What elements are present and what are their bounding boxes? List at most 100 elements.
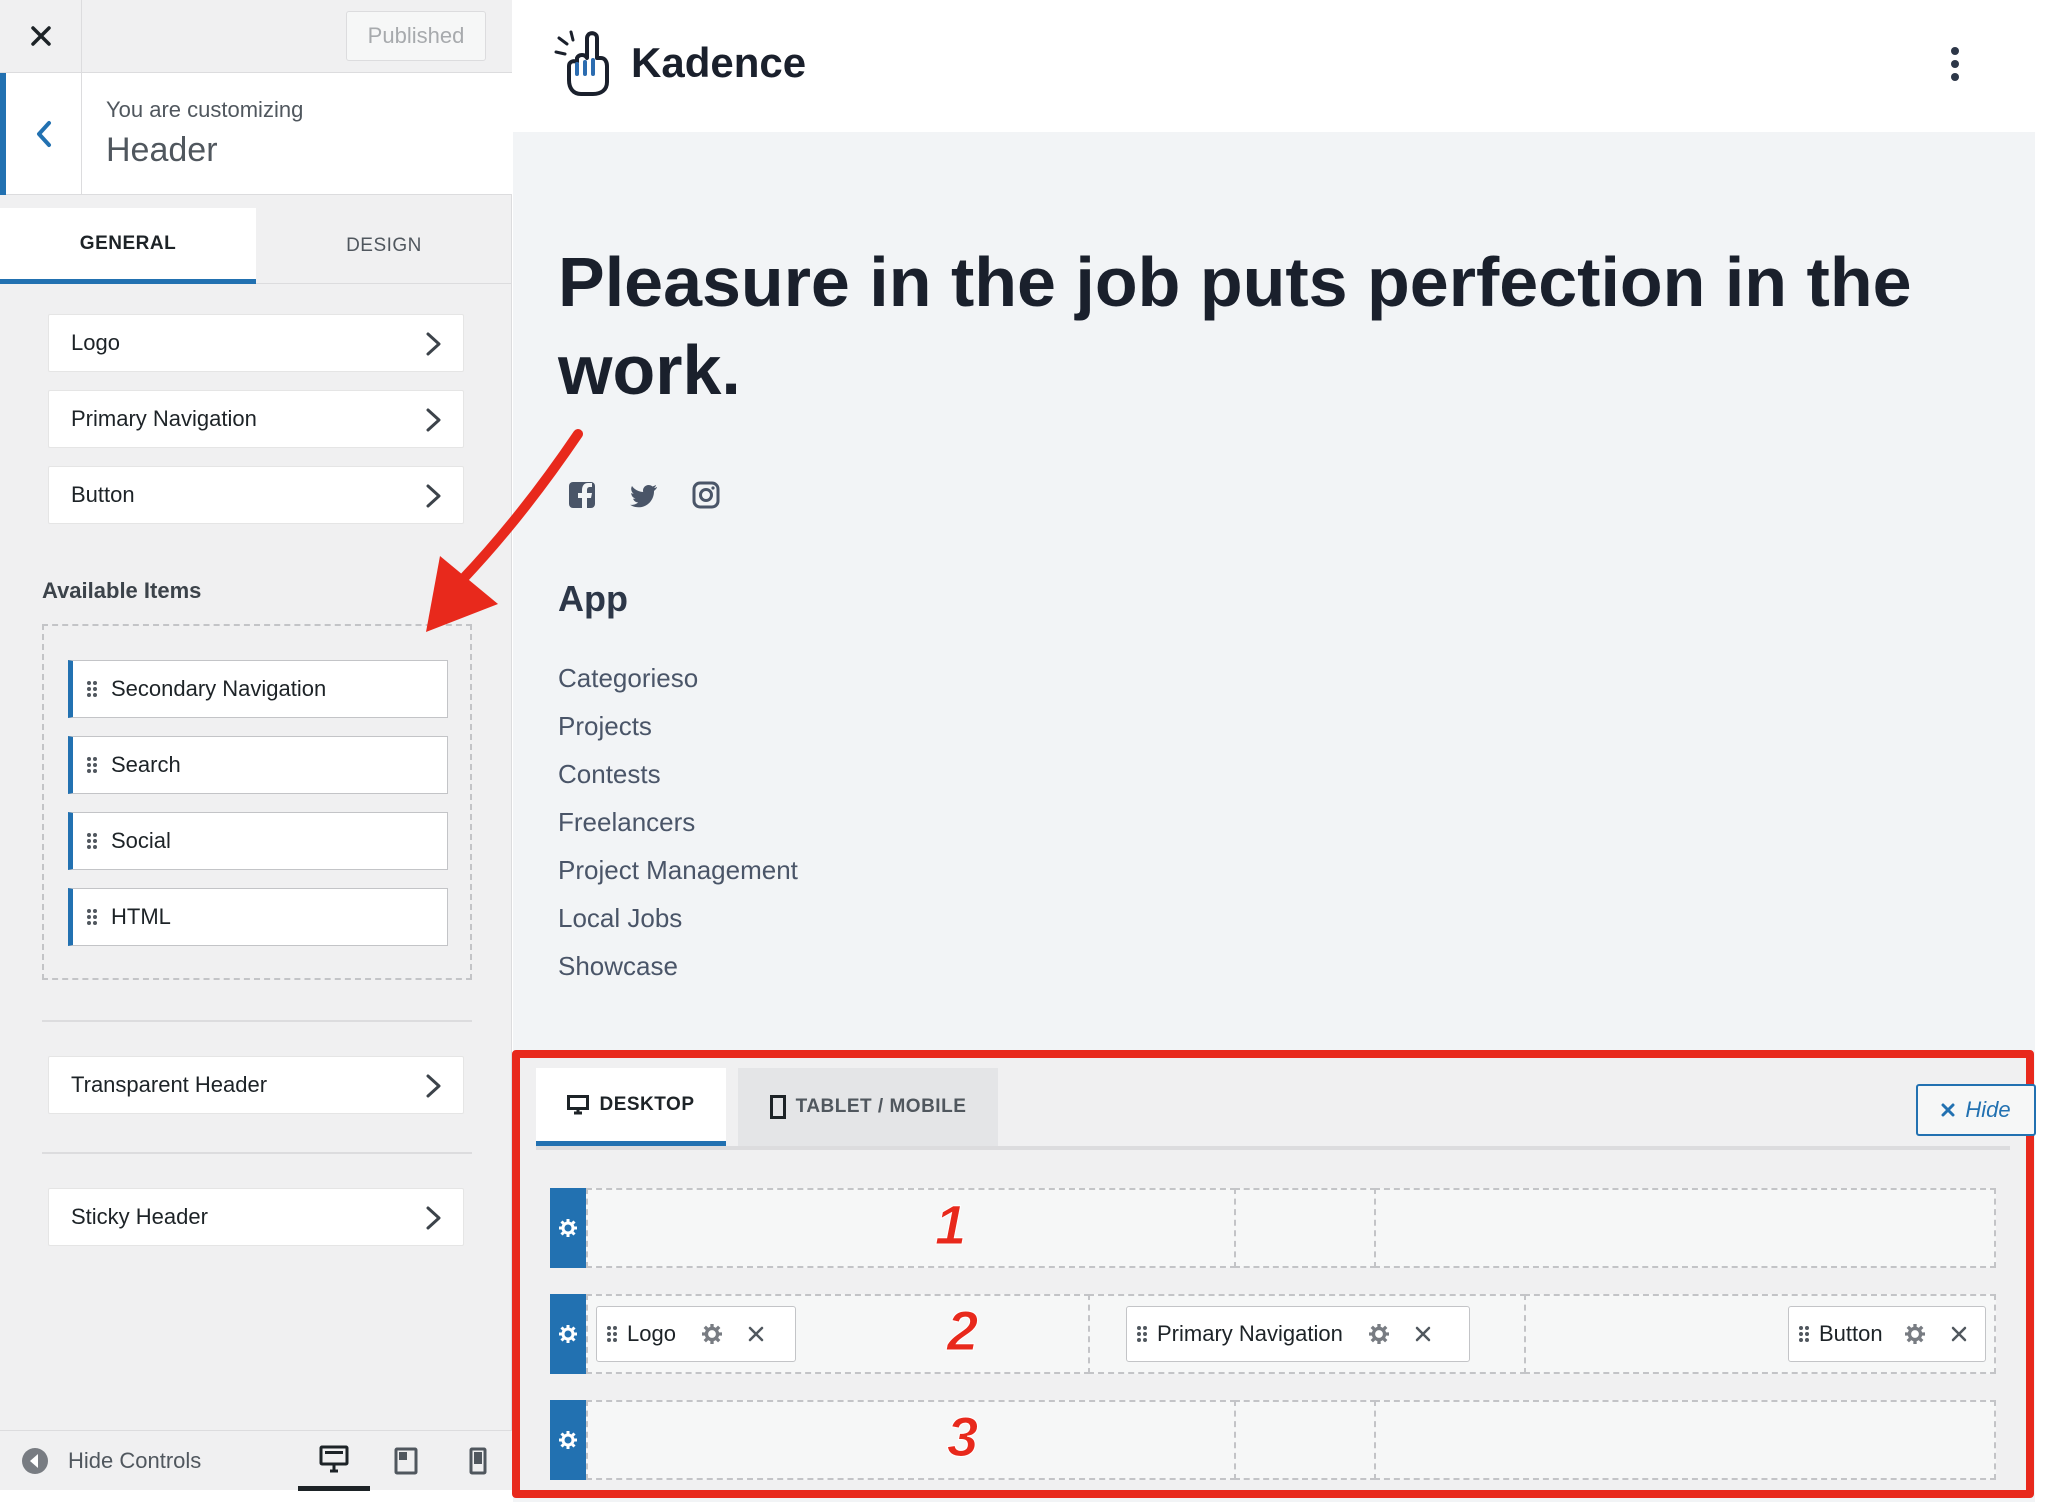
drag-handle-icon	[597, 1325, 627, 1343]
available-items-heading: Available Items	[42, 578, 202, 603]
builder-row-top: 1	[550, 1188, 1996, 1268]
row-settings-button[interactable]	[550, 1294, 586, 1374]
mobile-icon	[769, 1095, 786, 1119]
available-item-social[interactable]: Social	[68, 812, 448, 870]
mobile-icon	[469, 1447, 487, 1475]
row-zone-right[interactable]	[1374, 1400, 1996, 1480]
sidebar-link-label: Transparent Header	[71, 1072, 268, 1097]
chevron-right-icon	[426, 332, 441, 356]
list-item[interactable]: Categorieso	[558, 660, 798, 708]
drag-handle-icon	[1789, 1325, 1819, 1343]
item-settings-button[interactable]	[1357, 1324, 1401, 1344]
divider	[42, 1152, 472, 1154]
available-item-label: Secondary Navigation	[111, 676, 327, 701]
back-button[interactable]	[0, 73, 82, 195]
sidebar-link-sticky-header[interactable]: Sticky Header	[48, 1188, 464, 1246]
list-item[interactable]: Projects	[558, 708, 798, 756]
tab-tablet-mobile[interactable]: TABLET / MOBILE	[738, 1068, 998, 1146]
header-item-button[interactable]: Button	[1788, 1306, 1986, 1362]
list-item[interactable]: Showcase	[558, 948, 798, 996]
tab-desktop[interactable]: DESKTOP	[536, 1068, 726, 1146]
sidebar-link-primary-navigation[interactable]: Primary Navigation	[48, 390, 464, 448]
available-item-search[interactable]: Search	[68, 736, 448, 794]
tab-design[interactable]: DESIGN	[256, 208, 512, 284]
list-item[interactable]: Contests	[558, 756, 798, 804]
list-item[interactable]: Freelancers	[558, 804, 798, 852]
footer-widget-links: Categorieso Projects Contests Freelancer…	[558, 660, 798, 996]
desktop-icon	[319, 1445, 349, 1472]
sidebar-footer: Hide Controls	[0, 1430, 514, 1491]
header-item-primary-navigation[interactable]: Primary Navigation	[1126, 1306, 1470, 1362]
desktop-icon	[567, 1094, 590, 1114]
row-zone-right[interactable]	[1374, 1188, 1996, 1268]
twitter-icon[interactable]	[629, 480, 659, 510]
tablet-icon	[394, 1447, 418, 1475]
row-zone-left[interactable]	[586, 1188, 1236, 1268]
item-remove-button[interactable]	[1401, 1326, 1445, 1342]
row-zone-center[interactable]	[1234, 1188, 1376, 1268]
builder-tabs: DESKTOP TABLET / MOBILE Hide	[536, 1068, 2036, 1150]
row-number-annotation: 2	[946, 1299, 979, 1363]
available-item-label: HTML	[111, 904, 171, 929]
site-title: Kadence	[631, 39, 807, 86]
kadence-logo-icon	[554, 30, 609, 96]
published-button[interactable]: Published	[346, 11, 486, 61]
tab-general[interactable]: GENERAL	[0, 208, 256, 284]
available-item-html[interactable]: HTML	[68, 888, 448, 946]
item-settings-button[interactable]	[1893, 1324, 1937, 1344]
sidebar-link-label: Logo	[71, 330, 120, 355]
sidebar-link-label: Sticky Header	[71, 1204, 208, 1229]
builder-row-main: Logo 2 Primary Navigation Button	[550, 1294, 1996, 1374]
drag-handle-icon	[73, 756, 111, 774]
item-remove-button[interactable]	[734, 1326, 778, 1342]
hide-controls-label: Hide Controls	[68, 1448, 202, 1473]
gear-icon	[559, 1431, 577, 1449]
drag-handle-icon	[73, 680, 111, 698]
section-title: Header	[106, 131, 218, 169]
list-item[interactable]: Project Management	[558, 852, 798, 900]
row-number-annotation: 1	[934, 1193, 967, 1257]
chevron-right-icon	[426, 484, 441, 508]
hide-builder-button[interactable]: Hide	[1916, 1084, 2036, 1136]
header-item-logo[interactable]: Logo	[596, 1306, 796, 1362]
row-settings-button[interactable]	[550, 1400, 586, 1480]
site-logo[interactable]: Kadence	[553, 28, 806, 98]
header-item-label: Logo	[627, 1321, 676, 1346]
gear-icon	[559, 1219, 577, 1237]
sidebar-top-bar: Published	[0, 0, 512, 73]
sidebar-link-button[interactable]: Button	[48, 466, 464, 524]
close-customizer-button[interactable]	[0, 0, 82, 72]
hide-label: Hide	[1965, 1097, 2011, 1122]
chevron-left-icon	[36, 121, 51, 147]
available-item-label: Search	[111, 752, 181, 777]
facebook-icon[interactable]	[567, 480, 597, 510]
row-zone-left[interactable]	[586, 1400, 1236, 1480]
sidebar-link-transparent-header[interactable]: Transparent Header	[48, 1056, 464, 1114]
hero-heading: Pleasure in the job puts perfection in t…	[558, 243, 1912, 409]
footer-widget-heading: App	[558, 578, 628, 619]
row-settings-button[interactable]	[550, 1188, 586, 1268]
item-settings-button[interactable]	[690, 1324, 734, 1344]
list-item[interactable]: Local Jobs	[558, 900, 798, 948]
available-item-secondary-navigation[interactable]: Secondary Navigation	[68, 660, 448, 718]
row-zone-center[interactable]	[1234, 1400, 1376, 1480]
sidebar-link-label: Button	[71, 482, 135, 507]
gear-icon	[1904, 1324, 1925, 1344]
preview-desktop-button[interactable]	[298, 1431, 370, 1491]
preview-tablet-button[interactable]	[370, 1431, 442, 1491]
hide-controls-button[interactable]: Hide Controls	[20, 1431, 201, 1491]
available-items-dropzone[interactable]: Secondary Navigation Search Social HTML	[42, 624, 472, 980]
divider	[42, 1020, 472, 1022]
collapse-arrow-icon	[22, 1448, 48, 1474]
instagram-icon[interactable]	[691, 480, 721, 510]
sidebar-link-label: Primary Navigation	[71, 406, 257, 431]
sidebar-tabs: GENERAL DESIGN	[0, 208, 512, 284]
tab-label: TABLET / MOBILE	[795, 1096, 967, 1117]
tab-label: DESKTOP	[599, 1093, 695, 1115]
close-icon	[30, 26, 51, 46]
more-options-icon[interactable]	[1945, 46, 1965, 82]
item-remove-button[interactable]	[1937, 1326, 1981, 1342]
preview-mobile-button[interactable]	[442, 1431, 514, 1491]
sidebar-link-logo[interactable]: Logo	[48, 314, 464, 372]
available-item-label: Social	[111, 828, 171, 853]
